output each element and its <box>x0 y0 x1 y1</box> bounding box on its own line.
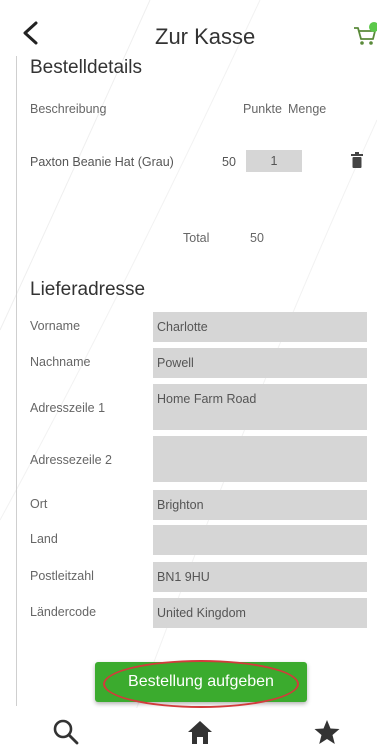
home-icon[interactable] <box>186 718 214 746</box>
address1-label: Adresszeile 1 <box>30 401 106 415</box>
column-points: Punkte <box>243 102 282 116</box>
order-details-heading: Bestelldetails <box>30 57 142 78</box>
first-name-field[interactable]: Charlotte <box>153 312 367 342</box>
country-label: Land <box>30 532 58 546</box>
last-name-label: Nachname <box>30 355 91 369</box>
city-label: Ort <box>30 497 48 511</box>
star-icon[interactable] <box>313 718 341 746</box>
search-icon[interactable] <box>52 718 80 746</box>
total-value: 50 <box>250 231 264 245</box>
first-name-label: Vorname <box>30 319 81 333</box>
country-field[interactable] <box>153 525 367 555</box>
delivery-heading: Lieferadresse <box>30 279 146 300</box>
item-points: 50 <box>222 155 236 169</box>
country-code-label: Ländercode <box>30 605 97 619</box>
header-bar: Zur Kasse <box>0 0 377 56</box>
place-order-button[interactable]: Bestellung aufgeben <box>95 662 307 702</box>
address2-label: Adressezeile 2 <box>30 453 112 467</box>
last-name-field[interactable]: Powell <box>153 348 367 378</box>
address2-field[interactable] <box>153 436 367 482</box>
total-label: Total <box>183 231 210 245</box>
column-description: Beschreibung <box>30 102 107 116</box>
item-description: Paxton Beanie Hat (Grau) <box>30 155 174 169</box>
left-divider <box>16 56 17 706</box>
shopping-cart-icon[interactable] <box>352 22 377 48</box>
trash-icon[interactable] <box>351 152 363 168</box>
postcode-field[interactable]: BN1 9HU <box>153 562 367 592</box>
city-field[interactable]: Brighton <box>153 490 367 520</box>
postcode-label: Postleitzahl <box>30 569 94 583</box>
quantity-input[interactable]: 1 <box>246 150 302 172</box>
chevron-left-icon[interactable] <box>20 20 42 46</box>
address1-field[interactable]: Home Farm Road <box>153 384 367 430</box>
column-quantity: Menge <box>288 102 327 116</box>
page-title: Zur Kasse <box>155 24 256 49</box>
country-code-field[interactable]: United Kingdom <box>153 598 367 628</box>
